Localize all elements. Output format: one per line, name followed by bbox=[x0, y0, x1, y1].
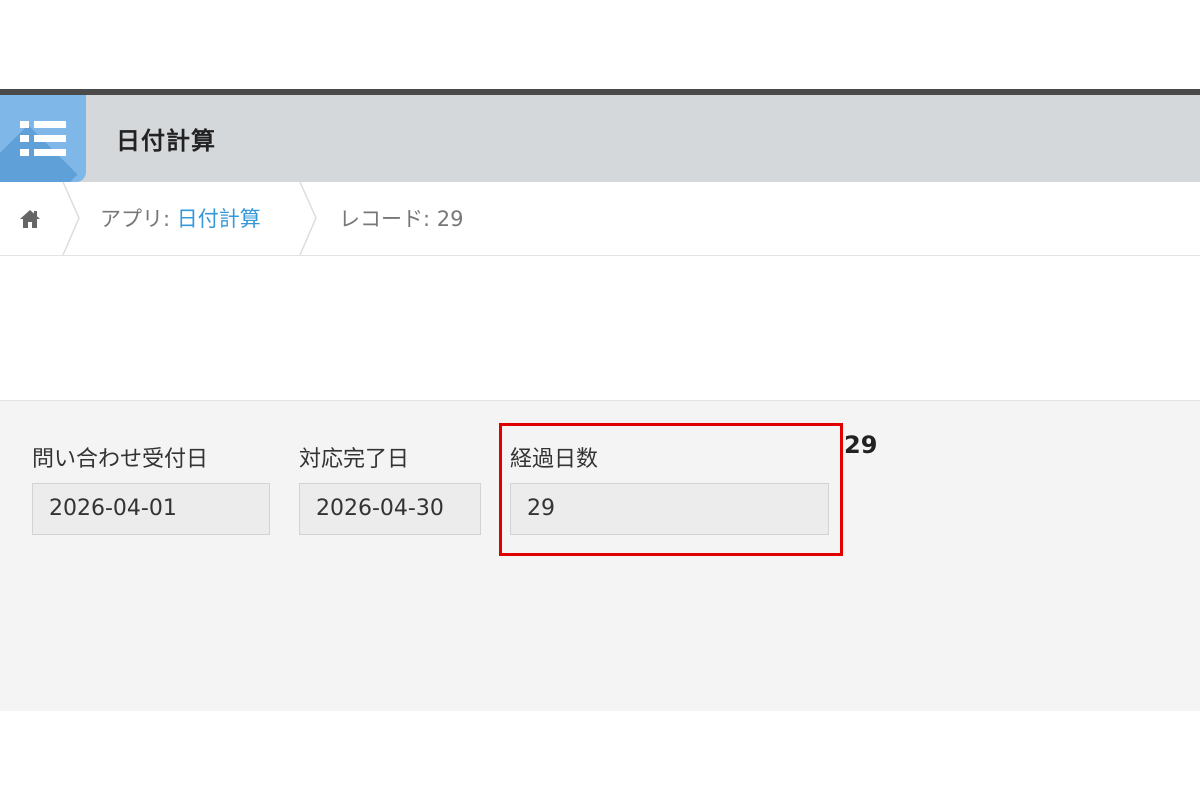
breadcrumb: アプリ: 日付計算 レコード: 29 bbox=[0, 182, 1200, 256]
breadcrumb-separator bbox=[299, 182, 317, 255]
app-header: 日付計算 bbox=[0, 95, 1200, 182]
highlight-box bbox=[499, 423, 843, 556]
annotation-value: 29 bbox=[844, 431, 878, 459]
field-label-inquiry-date: 問い合わせ受付日 bbox=[32, 447, 209, 472]
home-icon[interactable] bbox=[18, 207, 42, 231]
field-value-completion-date[interactable]: 2026-04-30 bbox=[299, 483, 481, 535]
record-toolbar-area bbox=[0, 256, 1200, 401]
list-icon[interactable] bbox=[0, 95, 86, 182]
field-label-completion-date: 対応完了日 bbox=[299, 447, 410, 472]
field-value-inquiry-date[interactable]: 2026-04-01 bbox=[32, 483, 270, 535]
breadcrumb-record: レコード: 29 bbox=[339, 207, 464, 231]
app-title: 日付計算 bbox=[116, 127, 216, 155]
breadcrumb-separator bbox=[62, 182, 80, 255]
breadcrumb-app-link[interactable]: 日付計算 bbox=[177, 207, 261, 231]
breadcrumb-app: アプリ: 日付計算 bbox=[100, 203, 261, 233]
record-form: 問い合わせ受付日 2026-04-01 対応完了日 2026-04-30 経過日… bbox=[0, 401, 1200, 711]
breadcrumb-app-prefix: アプリ: bbox=[100, 207, 177, 231]
